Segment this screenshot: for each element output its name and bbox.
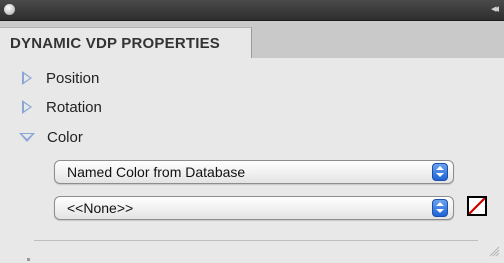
disclosure-triangle-down-icon[interactable] [19,132,35,142]
color-name-value: <<None>> [67,200,134,216]
disclosure-triangle-right-icon[interactable] [22,71,32,85]
section-divider [34,240,478,241]
popup-arrows-icon[interactable] [432,199,448,217]
color-source-select[interactable]: Named Color from Database [54,160,454,184]
vdp-properties-panel: ◂◂ DYNAMIC VDP PROPERTIES Position Rotat… [0,0,504,263]
section-position-label: Position [46,69,100,87]
section-position[interactable]: Position [22,67,99,89]
tab-label: DYNAMIC VDP PROPERTIES [10,35,220,52]
color-swatch-none-icon[interactable] [467,196,487,216]
panel-body: Position Rotation Color Named Color from… [0,58,504,263]
close-icon[interactable] [4,4,15,15]
section-rotation[interactable]: Rotation [22,96,102,118]
section-color-label: Color [47,128,83,146]
disclosure-triangle-right-icon[interactable] [22,100,32,114]
section-rotation-label: Rotation [46,98,102,116]
popup-arrows-icon[interactable] [432,163,448,181]
bottom-marker [27,258,30,261]
resize-grip-icon[interactable] [488,245,500,257]
tab-strip: DYNAMIC VDP PROPERTIES [0,21,504,59]
collapse-panel-icon[interactable]: ◂◂ [491,2,499,15]
section-color[interactable]: Color [19,126,83,148]
tab-dynamic-vdp-properties[interactable]: DYNAMIC VDP PROPERTIES [0,27,252,58]
color-source-value: Named Color from Database [67,164,246,180]
panel-title-bar[interactable]: ◂◂ [0,0,504,21]
color-name-select[interactable]: <<None>> [54,196,454,220]
